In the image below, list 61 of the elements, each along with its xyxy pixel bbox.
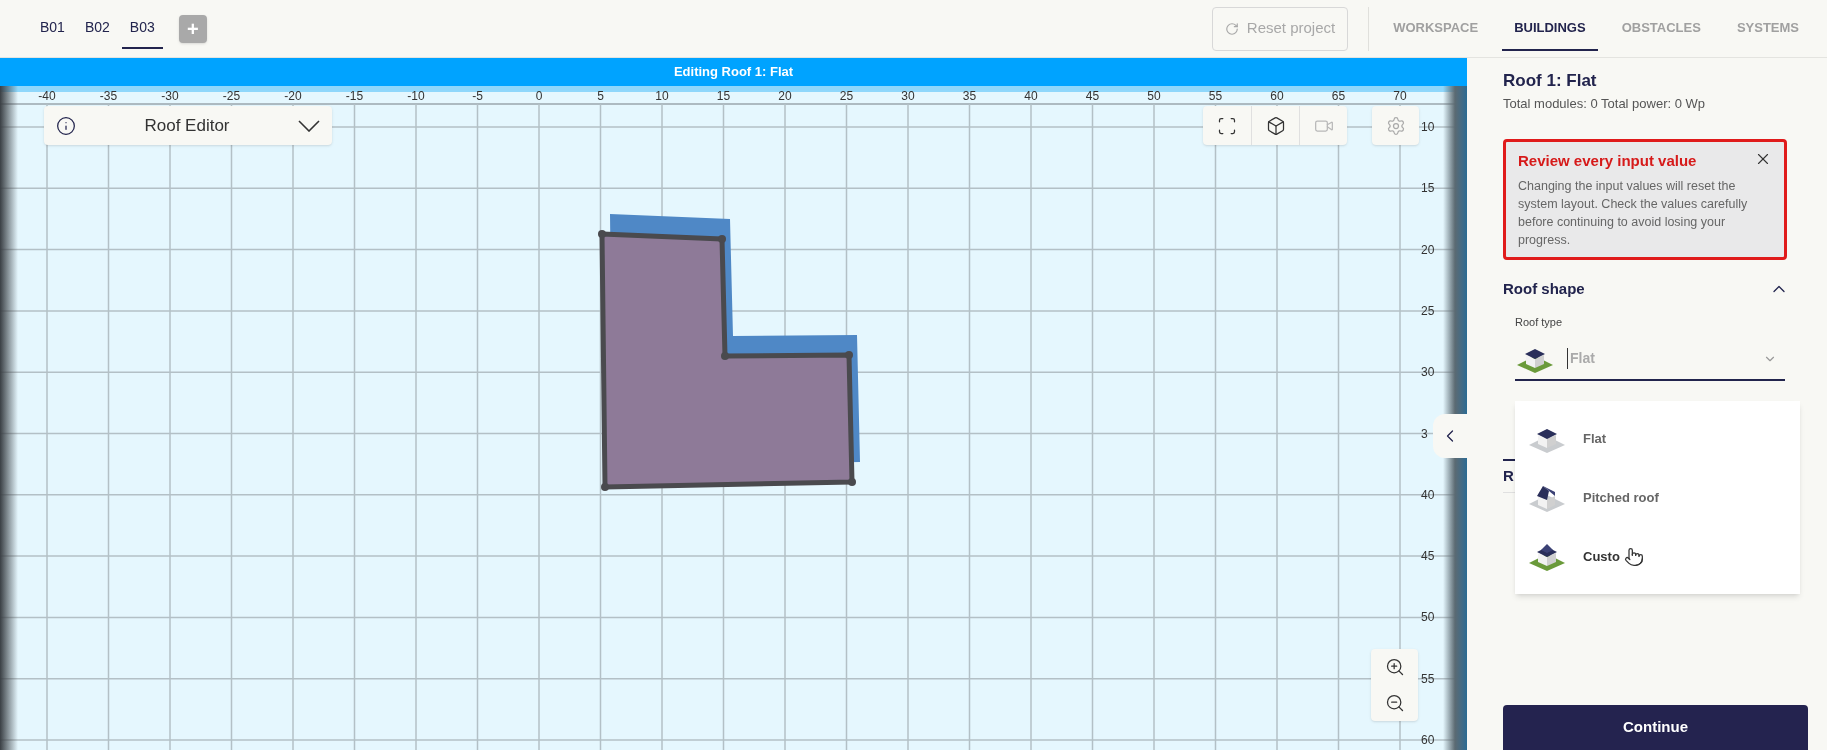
ruler-label: 15 — [1421, 181, 1435, 196]
zoom-out-icon[interactable] — [1384, 693, 1405, 713]
ruler-label: -5 — [471, 89, 484, 103]
ruler-label: -10 — [406, 89, 426, 103]
panel-subtitle: Total modules: 0 Total power: 0 Wp — [1503, 94, 1707, 113]
roof-editor-panel[interactable]: Roof Editor — [44, 106, 332, 145]
ruler-label: 10 — [1421, 120, 1435, 134]
roof-editor-title: Roof Editor — [143, 114, 231, 137]
building-tab[interactable]: B03 — [121, 8, 163, 49]
ruler-label: 30 — [1421, 365, 1435, 380]
warning-text: Changing the input values will reset the system layout. Check the values carefully before continuing to avoid losing your progress. — [1518, 177, 1749, 249]
ruler-label: 65 — [1330, 89, 1347, 103]
ruler-label: 0 — [534, 89, 544, 103]
roof-type-option[interactable]: Custo — [1515, 527, 1800, 586]
info-icon — [56, 115, 76, 136]
nav-tab[interactable]: BUILDINGS — [1502, 6, 1598, 51]
ruler-label: -25 — [221, 89, 242, 103]
ruler-label: 40 — [1421, 487, 1435, 502]
roof-type-option[interactable]: Pitched roof — [1515, 468, 1800, 527]
ruler-label: 50 — [1421, 610, 1435, 625]
ruler-label: 60 — [1421, 733, 1435, 747]
ruler-label: 55 — [1421, 671, 1435, 686]
house-icon — [1527, 541, 1567, 572]
ruler-label: -20 — [283, 89, 303, 103]
editing-banner: Editing Roof 1: Flat — [0, 58, 1467, 86]
settings-icon — [1385, 115, 1406, 136]
continue-button[interactable]: Continue — [1503, 705, 1808, 750]
ruler-label: 15 — [715, 89, 732, 103]
ruler-label: 70 — [1392, 89, 1408, 103]
reset-icon — [1224, 21, 1239, 36]
ruler-label: -15 — [344, 89, 365, 103]
panel-title: Roof 1: Flat — [1503, 70, 1598, 92]
ruler-label: 60 — [1269, 89, 1285, 103]
ruler-label: -30 — [160, 89, 180, 103]
building-tab[interactable]: B01 — [32, 8, 73, 49]
ruler-label: 30 — [900, 89, 916, 103]
hand-cursor-icon — [1623, 546, 1644, 567]
roof-type-option[interactable]: Flat — [1515, 409, 1800, 468]
section-title: R — [1503, 465, 1514, 486]
ruler-label: 50 — [1146, 89, 1162, 103]
ruler-label: 25 — [838, 89, 855, 103]
chevron-down-icon[interactable] — [298, 119, 320, 132]
building-tab[interactable]: B02 — [76, 8, 118, 49]
ruler-label: -35 — [98, 89, 119, 103]
warning-title: Review every input value — [1518, 151, 1697, 171]
zoom-in-icon[interactable] — [1384, 657, 1405, 677]
field-label: Roof type — [1515, 315, 1564, 330]
ruler-label: 10 — [654, 89, 670, 103]
ruler-label: 3 — [1421, 426, 1428, 441]
section-title: Roof shape — [1503, 278, 1585, 299]
ruler-label: 20 — [1421, 242, 1435, 257]
ruler-label: 55 — [1207, 89, 1224, 103]
ruler-label: 25 — [1421, 303, 1435, 318]
ruler-label: 5 — [596, 89, 605, 103]
ruler-label: 20 — [777, 89, 793, 103]
ruler-label: 40 — [1023, 89, 1039, 103]
ruler-label: 35 — [961, 89, 978, 103]
ruler-label: 45 — [1421, 549, 1435, 564]
ruler-label: 45 — [1084, 89, 1101, 103]
ruler-label: -40 — [37, 89, 57, 103]
collapse-handle[interactable] — [1433, 414, 1467, 458]
